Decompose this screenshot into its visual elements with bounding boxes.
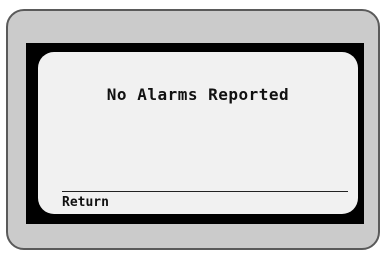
alarm-status-message: No Alarms Reported: [106, 85, 290, 104]
lcd-screen: No Alarms Reported Return: [38, 52, 358, 214]
softkey-divider: [62, 191, 348, 192]
return-softkey[interactable]: Return: [62, 195, 109, 210]
